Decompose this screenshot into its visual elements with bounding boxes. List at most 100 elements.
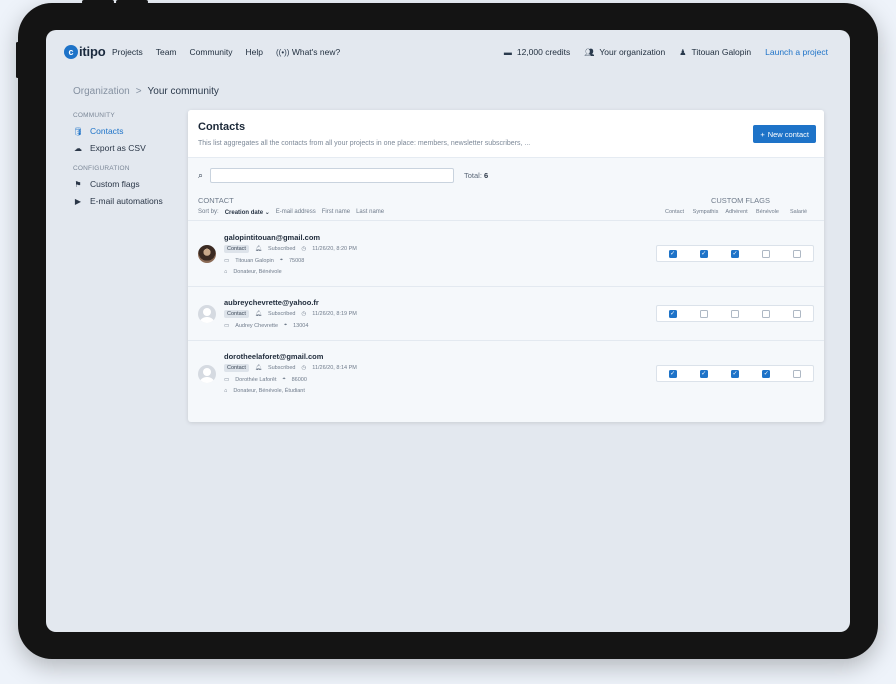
contact-column-header: CONTACT — [198, 196, 234, 205]
organization-label: Your organization — [599, 47, 666, 57]
nav-link-whats-new[interactable]: ((•)) What's new? — [276, 47, 340, 57]
contact-row[interactable]: dorotheelaforet@gmail.com Contact 🔔︎ Subs… — [188, 340, 824, 406]
creation-date: 11/26/20, 8:19 PM — [312, 311, 357, 317]
credits-indicator[interactable]: ▬ 12,000 credits — [504, 47, 570, 57]
tag-icon: ⌂ — [224, 269, 228, 275]
user-menu[interactable]: ♟ Titouan Galopin — [679, 47, 751, 57]
users-icon: 👥︎ — [584, 47, 595, 57]
breadcrumb-parent[interactable]: Organization — [73, 86, 130, 97]
flag-checkbox-contact[interactable]: ✓ — [668, 249, 677, 258]
contact-badge: Contact — [224, 364, 249, 372]
flag-checkbox-benevole[interactable] — [762, 249, 771, 258]
flag-column-benevole: Bénévole — [756, 209, 779, 215]
flag-checkbox-benevole[interactable]: ✓ — [762, 369, 771, 378]
launch-project-link[interactable]: Launch a project — [765, 47, 828, 57]
flag-checkbox-contact[interactable]: ✓ — [668, 309, 677, 318]
sort-options: Sort by: Creation date ⌄ E-mail address … — [198, 209, 384, 216]
nav-link-team[interactable]: Team — [156, 47, 177, 57]
flag-checkbox-sympathis[interactable]: ✓ — [699, 249, 708, 258]
sidebar-section-community: COMMUNITY — [73, 112, 115, 119]
broadcast-icon: ((•)) — [275, 48, 290, 57]
sort-last-name[interactable]: Last name — [356, 209, 384, 216]
contact-row[interactable]: galopintitouan@gmail.com Contact 🔔︎ Subsc… — [188, 220, 824, 286]
contact-tags: ⌂ Donateur, Bénévole — [224, 269, 282, 275]
logo[interactable]: c itipo — [64, 44, 106, 59]
contact-email[interactable]: dorotheelaforet@gmail.com — [224, 352, 323, 361]
sort-email[interactable]: E-mail address — [276, 209, 316, 216]
flag-checkbox-salarie[interactable] — [793, 369, 802, 378]
id-card-icon: ▭ — [224, 257, 230, 264]
flag-checkbox-sympathis[interactable]: ✓ — [699, 369, 708, 378]
sidebar-item-export-csv[interactable]: ☁ Export as CSV — [73, 140, 193, 156]
id-card-icon: ▭ — [224, 322, 230, 329]
credit-card-icon: ▬ — [503, 47, 512, 57]
flag-checkbox-benevole[interactable] — [762, 309, 771, 318]
bell-icon: 🔔︎ — [254, 246, 262, 252]
card-description: This list aggregates all the contacts fr… — [198, 140, 531, 147]
total-label: Total: — [464, 171, 482, 180]
sort-label: Sort by: — [198, 209, 219, 215]
subscription-status: Subscribed — [267, 365, 296, 371]
custom-flags-header: CUSTOM FLAGS — [710, 196, 770, 205]
bell-icon: 🔔︎ — [254, 365, 262, 371]
contact-email[interactable]: aubreychevrette@yahoo.fr — [224, 298, 319, 307]
contact-tags: ⌂ Donateur, Bénévole, Étudiant — [224, 388, 305, 394]
logo-text: itipo — [79, 44, 106, 59]
organization-menu[interactable]: 👥︎ Your organization — [584, 47, 665, 57]
bell-icon: 🔔︎ — [254, 311, 262, 317]
flag-checkbox-contact[interactable]: ✓ — [668, 369, 677, 378]
tags-list: Donateur, Bénévole — [233, 269, 282, 275]
flag-checkbox-salarie[interactable] — [793, 309, 802, 318]
breadcrumb: Organization > Your community — [73, 86, 219, 97]
id-card-icon: ▭ — [224, 376, 230, 383]
avatar — [198, 365, 216, 383]
search-input[interactable] — [210, 168, 454, 183]
flag-checkbox-salarie[interactable] — [793, 249, 802, 258]
flag-checkbox-adherent[interactable]: ✓ — [731, 249, 739, 258]
location-pin-icon: ⌖ — [282, 376, 286, 382]
sidebar-item-label: Custom flags — [90, 179, 140, 189]
flag-icon: ⚑ — [74, 179, 82, 189]
location-pin-icon: ⌖ — [284, 322, 288, 328]
sidebar-item-email-automations[interactable]: ▶ E-mail automations — [73, 193, 193, 209]
whats-new-label: What's new? — [291, 47, 341, 57]
flag-column-adherent: Adhérent — [725, 209, 748, 215]
flag-checkboxes: ✓ ✓ ✓ — [656, 245, 814, 262]
new-contact-button[interactable]: + New contact — [753, 125, 816, 143]
card-title: Contacts — [198, 121, 246, 133]
breadcrumb-separator: > — [135, 86, 142, 97]
chevron-down-icon: ⌄ — [264, 210, 270, 216]
sidebar-item-contacts[interactable]: 🛢︎ Contacts — [73, 123, 193, 139]
play-icon: ▶ — [74, 196, 82, 206]
nav-link-projects[interactable]: Projects — [112, 47, 143, 57]
sort-option-label: Creation date — [224, 210, 264, 216]
tags-list: Donateur, Bénévole, Étudiant — [233, 388, 305, 394]
account-nav: ▬ 12,000 credits 👥︎ Your organization ♟ Tit… — [504, 47, 828, 57]
contact-badge: Contact — [224, 310, 249, 318]
plus-icon: + — [760, 129, 765, 139]
sidebar: COMMUNITY 🛢︎ Contacts ☁ Export as CSV CO… — [73, 112, 193, 210]
nav-link-help[interactable]: Help — [246, 47, 263, 57]
flag-checkbox-adherent[interactable] — [731, 309, 739, 318]
new-contact-label: New contact — [767, 129, 809, 139]
cloud-download-icon: ☁ — [74, 143, 82, 153]
total-value: 6 — [484, 171, 489, 180]
nav-link-community[interactable]: Community — [190, 47, 233, 57]
flag-column-contact: Contact — [665, 209, 684, 215]
card-header: Contacts This list aggregates all the co… — [188, 110, 824, 158]
postal-code: 75008 — [288, 257, 305, 264]
sort-creation-date[interactable]: Creation date ⌄ — [225, 209, 270, 216]
contact-details: ▭ Audrey Chevrette ⌖ 13004 — [224, 322, 308, 329]
clock-icon: ◷ — [301, 365, 307, 371]
sidebar-section-configuration: CONFIGURATION — [73, 165, 130, 172]
avatar — [198, 245, 216, 263]
sidebar-item-label: Export as CSV — [90, 143, 146, 153]
contact-row[interactable]: aubreychevrette@yahoo.fr Contact 🔔︎ Subsc… — [188, 286, 824, 340]
flag-checkbox-adherent[interactable]: ✓ — [731, 369, 739, 378]
flag-checkbox-sympathis[interactable] — [699, 309, 708, 318]
contact-details: ▭ Dorothée Laforêt ⌖ 86000 — [224, 376, 307, 383]
contact-email[interactable]: galopintitouan@gmail.com — [224, 233, 320, 242]
sidebar-item-custom-flags[interactable]: ⚑ Custom flags — [73, 176, 193, 192]
contact-list: galopintitouan@gmail.com Contact 🔔︎ Subsc… — [188, 220, 824, 406]
sort-first-name[interactable]: First name — [322, 209, 350, 216]
